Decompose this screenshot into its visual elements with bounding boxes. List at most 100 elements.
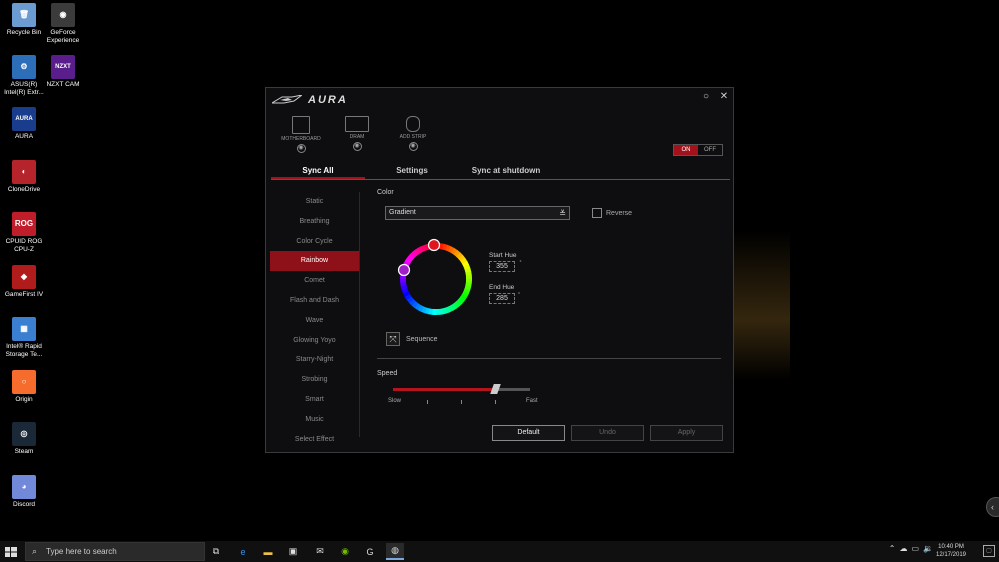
motherboard-icon	[292, 116, 310, 134]
reverse-option[interactable]: Reverse	[592, 208, 632, 218]
start-hue-handle[interactable]	[427, 238, 441, 252]
tab-sync-at-shutdown[interactable]: Sync at shutdown	[459, 162, 553, 179]
desktop-icon-label: Discord	[12, 501, 36, 508]
desktop-icon-label: Intel® Rapid Storage Te...	[5, 343, 43, 358]
network-icon[interactable]: ▭	[911, 544, 919, 553]
aura-taskbar-icon[interactable]: ◍	[386, 543, 404, 560]
desktop-icon[interactable]: ROG CPUID ROG CPU-Z	[3, 212, 45, 254]
effect-item[interactable]: Static	[270, 192, 359, 212]
geforce-icon: ◉	[51, 3, 75, 27]
settings-circle-icon[interactable]: ○	[700, 91, 712, 103]
mail-icon[interactable]: ✉	[311, 543, 329, 560]
sync-icon[interactable]: ◉	[352, 142, 362, 151]
apply-button[interactable]: Apply	[650, 425, 723, 441]
background-glow	[730, 230, 790, 380]
desktop-icon[interactable]: AURA AURA	[3, 107, 45, 141]
add-strip-icon	[406, 116, 420, 132]
desktop-icon[interactable]: ○ Origin	[3, 370, 45, 404]
sequence-icon[interactable]: ⤧	[386, 332, 400, 346]
effect-item[interactable]: Comet	[270, 271, 359, 291]
effect-item[interactable]: Music	[270, 410, 359, 430]
sync-icon[interactable]: ◉	[408, 142, 418, 151]
effect-item[interactable]: Select Effect	[270, 430, 359, 450]
effect-item[interactable]: Breathing	[270, 212, 359, 232]
effect-item[interactable]: Smart	[270, 390, 359, 410]
speed-slider[interactable]	[393, 384, 530, 394]
steam-icon: ◎	[12, 422, 36, 446]
power-toggle[interactable]: ON OFF	[673, 144, 723, 156]
effect-item[interactable]: Wave	[270, 311, 359, 331]
start-hue-group: Start Hue 355 °	[489, 252, 521, 272]
effect-item[interactable]: Strobing	[270, 370, 359, 390]
tab-bar: Sync All Settings Sync at shutdown	[271, 162, 730, 180]
degree-icon: °	[518, 292, 520, 298]
toggle-on[interactable]: ON	[674, 145, 698, 155]
degree-icon: °	[519, 260, 522, 266]
hue-wheel-segment	[400, 278, 407, 283]
desktop-icon-label: CloneDrive	[7, 186, 41, 193]
close-icon[interactable]: ✕	[718, 91, 730, 103]
toggle-off[interactable]: OFF	[698, 145, 722, 155]
device-add-strip[interactable]: ADD STRIP ◉	[390, 116, 436, 153]
undo-button[interactable]: Undo	[571, 425, 644, 441]
aura-icon: AURA	[12, 107, 36, 131]
desktop-icon[interactable]: ⚙ ASUS(R) Intel(R) Extr...	[3, 55, 45, 97]
desktop-icon[interactable]: NZXT NZXT CAM	[42, 55, 84, 89]
desktop-icon[interactable]: ◕ Discord	[3, 475, 45, 509]
desktop-icon[interactable]: ◐ CloneDrive	[3, 160, 45, 194]
chevron-up-icon[interactable]: ⌃	[889, 544, 896, 553]
aura-logo: AURA	[272, 94, 348, 106]
logitech-icon[interactable]: G	[361, 543, 379, 560]
device-dram[interactable]: DRAM ◉	[334, 116, 380, 153]
edge-collapse-button[interactable]: ‹	[986, 497, 999, 517]
windows-start-icon[interactable]	[4, 545, 18, 559]
effect-item[interactable]: Color Cycle	[270, 232, 359, 252]
device-label: MOTHERBOARD	[281, 136, 321, 142]
edge-browser-icon[interactable]: e	[234, 543, 252, 560]
device-motherboard[interactable]: MOTHERBOARD ◉	[278, 116, 324, 153]
sequence-option[interactable]: ⤧ Sequence	[386, 332, 438, 346]
hue-wheel-segment	[435, 308, 440, 315]
discord-icon: ◕	[12, 475, 36, 499]
slider-tick	[427, 400, 428, 404]
start-hue-input[interactable]: 355	[489, 261, 515, 272]
effect-item[interactable]: Flash and Dash	[270, 291, 359, 311]
desktop-icon[interactable]: ◆ GameFirst IV	[3, 265, 45, 299]
reverse-label: Reverse	[606, 209, 633, 217]
speed-slider-thumb[interactable]	[489, 384, 501, 394]
file-explorer-icon[interactable]: ▬	[259, 543, 277, 560]
hue-wheel[interactable]	[395, 238, 477, 320]
desktop-icon[interactable]: ▦ Intel® Rapid Storage Te...	[3, 317, 45, 359]
notification-icon[interactable]: ▢	[983, 545, 995, 557]
dropdown-arrow-icon: ≚	[559, 209, 566, 218]
desktop-icon[interactable]: 🗑 Recycle Bin	[3, 3, 45, 37]
desktop-icon-label: ASUS(R) Intel(R) Extr...	[4, 81, 44, 96]
origin-icon: ○	[12, 370, 36, 394]
desktop-icon-label: AURA	[14, 133, 34, 140]
color-mode-select[interactable]: Gradient ≚	[385, 206, 570, 220]
end-hue-handle[interactable]	[397, 263, 411, 277]
store-icon[interactable]: ▣	[284, 543, 302, 560]
end-hue-input[interactable]: 285	[489, 293, 515, 304]
nvidia-icon[interactable]: ◉	[336, 543, 354, 560]
task-view-icon[interactable]: ⧉	[207, 543, 225, 560]
desktop-icon[interactable]: ◉ GeForce Experience	[42, 3, 84, 45]
effect-item[interactable]: Starry-Night	[270, 350, 359, 370]
slow-label: Slow	[388, 398, 402, 404]
cloud-icon[interactable]: ☁	[899, 544, 907, 553]
color-mode-value: Gradient	[389, 209, 416, 216]
fast-label: Fast	[526, 398, 538, 404]
tab-settings[interactable]: Settings	[365, 162, 459, 179]
clock[interactable]: 10:40 PM 12/17/2019	[933, 543, 969, 559]
taskbar-search[interactable]: ⌕ Type here to search	[25, 542, 205, 561]
desktop-icon-label: GeForce Experience	[46, 29, 80, 44]
volume-icon[interactable]: 🔉	[923, 544, 933, 553]
desktop-icon[interactable]: ◎ Steam	[3, 422, 45, 456]
effect-item[interactable]: Glowing Yoyo	[270, 331, 359, 351]
tab-sync-all[interactable]: Sync All	[271, 162, 365, 179]
search-icon: ⌕	[32, 546, 38, 556]
effect-item[interactable]: Rainbow	[270, 251, 359, 272]
reverse-checkbox[interactable]	[592, 208, 602, 218]
sync-icon[interactable]: ◉	[296, 144, 306, 153]
default-button[interactable]: Default	[492, 425, 565, 441]
